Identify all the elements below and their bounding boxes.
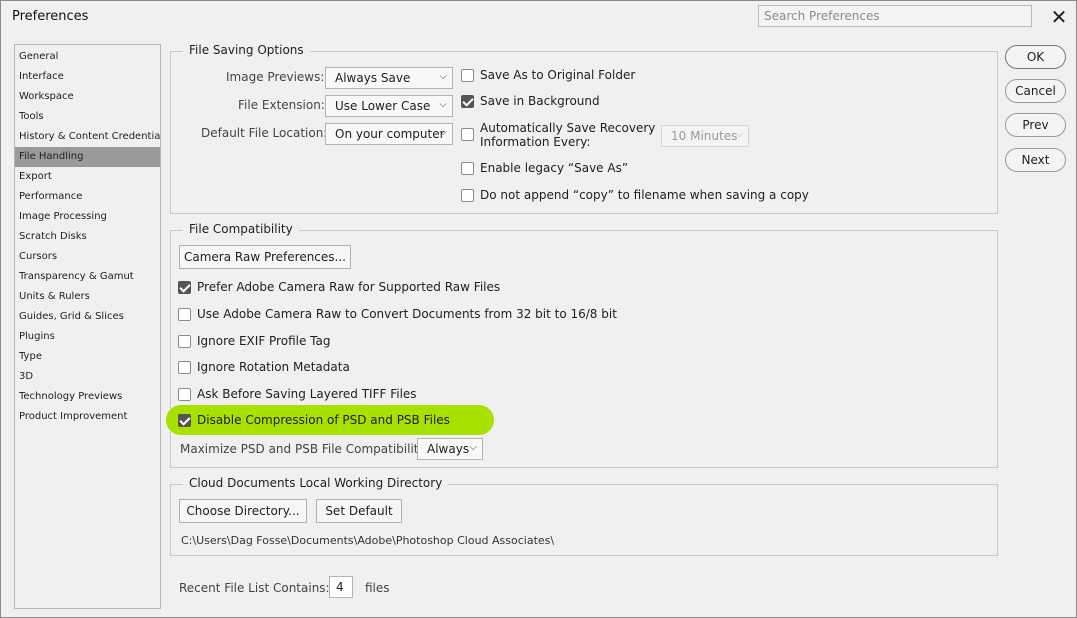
- ask-tiff-label: Ask Before Saving Layered TIFF Files: [197, 387, 417, 401]
- auto-save-label-line1: Automatically Save Recovery: [480, 121, 656, 135]
- disable-compression-label: Disable Compression of PSD and PSB Files: [197, 413, 450, 427]
- search-preferences-input[interactable]: [758, 5, 1032, 27]
- ignore-rotation-label: Ignore Rotation Metadata: [197, 360, 350, 374]
- maximize-compatibility-select[interactable]: Always ⌵: [417, 438, 483, 460]
- prefer-acr-label: Prefer Adobe Camera Raw for Supported Ra…: [197, 280, 501, 294]
- image-previews-select[interactable]: Always Save ⌵: [325, 67, 453, 89]
- sidebar-item-scratch-disks[interactable]: Scratch Disks: [15, 227, 160, 247]
- ok-button[interactable]: OK: [1005, 45, 1066, 69]
- sidebar-item-guides[interactable]: Guides, Grid & Slices: [15, 307, 160, 327]
- file-extension-select[interactable]: Use Lower Case ⌵: [325, 95, 453, 117]
- cloud-directory-path: C:\Users\Dag Fosse\Documents\Adobe\Photo…: [181, 534, 555, 547]
- save-background-checkbox[interactable]: [461, 95, 474, 108]
- sidebar-item-transparency[interactable]: Transparency & Gamut: [15, 267, 160, 287]
- sidebar-item-image-processing[interactable]: Image Processing: [15, 207, 160, 227]
- sidebar-item-plugins[interactable]: Plugins: [15, 327, 160, 347]
- sidebar-item-interface[interactable]: Interface: [15, 67, 160, 87]
- recent-files-label: Recent File List Contains:: [179, 581, 330, 595]
- ask-tiff-checkbox[interactable]: [178, 388, 191, 401]
- maximize-compatibility-label: Maximize PSD and PSB File Compatibility:: [180, 442, 429, 456]
- sidebar-item-performance[interactable]: Performance: [15, 187, 160, 207]
- preferences-sidebar: General Interface Workspace Tools Histor…: [14, 44, 161, 609]
- sidebar-item-export[interactable]: Export: [15, 167, 160, 187]
- auto-save-label-line2: Information Every:: [480, 135, 591, 149]
- choose-directory-button[interactable]: Choose Directory...: [179, 499, 307, 523]
- sidebar-item-3d[interactable]: 3D: [15, 367, 160, 387]
- prev-button[interactable]: Prev: [1005, 113, 1066, 137]
- sidebar-item-file-handling[interactable]: File Handling: [15, 147, 160, 167]
- chevron-down-icon: ⌵: [469, 442, 477, 453]
- next-button[interactable]: Next: [1005, 148, 1066, 172]
- ignore-rotation-checkbox[interactable]: [178, 361, 191, 374]
- sidebar-item-history[interactable]: History & Content Credentials: [15, 127, 160, 147]
- close-icon[interactable]: ✕: [1048, 6, 1070, 28]
- dialog-title: Preferences: [12, 9, 89, 24]
- maximize-compatibility-value: Always: [427, 442, 470, 456]
- title-bar: Preferences ✕: [1, 1, 1076, 33]
- prefer-acr-checkbox[interactable]: [178, 281, 191, 294]
- file-saving-options-title: File Saving Options: [183, 43, 310, 57]
- legacy-save-as-checkbox[interactable]: [461, 162, 474, 175]
- file-compatibility-title: File Compatibility: [183, 222, 299, 236]
- chevron-down-icon: ⌵: [439, 99, 447, 110]
- auto-save-interval-select[interactable]: 10 Minutes ⌵: [661, 125, 749, 147]
- default-location-value: On your computer: [335, 127, 445, 141]
- sidebar-item-general[interactable]: General: [15, 47, 160, 67]
- use-acr-convert-label: Use Adobe Camera Raw to Convert Document…: [197, 307, 617, 321]
- chevron-down-icon: ⌵: [439, 127, 447, 138]
- file-extension-value: Use Lower Case: [335, 99, 431, 113]
- auto-save-interval-value: 10 Minutes: [671, 129, 738, 143]
- sidebar-item-product-improvement[interactable]: Product Improvement: [15, 407, 160, 427]
- save-background-label: Save in Background: [480, 94, 600, 108]
- preferences-dialog: Preferences ✕ General Interface Workspac…: [0, 0, 1077, 618]
- use-acr-convert-checkbox[interactable]: [178, 308, 191, 321]
- cloud-documents-title: Cloud Documents Local Working Directory: [183, 476, 449, 490]
- chevron-down-icon: ⌵: [735, 129, 743, 140]
- default-location-label: Default File Location:: [201, 126, 328, 140]
- sidebar-item-tools[interactable]: Tools: [15, 107, 160, 127]
- file-extension-label: File Extension:: [238, 98, 325, 112]
- recent-files-suffix: files: [365, 581, 390, 595]
- legacy-save-as-label: Enable legacy “Save As”: [480, 161, 629, 175]
- default-location-select[interactable]: On your computer ⌵: [325, 123, 453, 145]
- no-copy-append-checkbox[interactable]: [461, 189, 474, 202]
- auto-save-checkbox[interactable]: [461, 128, 474, 141]
- save-original-folder-label: Save As to Original Folder: [480, 68, 636, 82]
- save-original-folder-checkbox[interactable]: [461, 69, 474, 82]
- image-previews-value: Always Save: [335, 71, 411, 85]
- sidebar-item-type[interactable]: Type: [15, 347, 160, 367]
- disable-compression-checkbox[interactable]: [178, 414, 191, 427]
- image-previews-label: Image Previews:: [226, 70, 325, 84]
- set-default-button[interactable]: Set Default: [316, 499, 402, 523]
- ignore-exif-label: Ignore EXIF Profile Tag: [197, 334, 331, 348]
- sidebar-item-cursors[interactable]: Cursors: [15, 247, 160, 267]
- cancel-button[interactable]: Cancel: [1005, 79, 1066, 103]
- no-copy-append-label: Do not append “copy” to filename when sa…: [480, 188, 809, 202]
- sidebar-item-workspace[interactable]: Workspace: [15, 87, 160, 107]
- sidebar-item-units[interactable]: Units & Rulers: [15, 287, 160, 307]
- sidebar-item-technology-previews[interactable]: Technology Previews: [15, 387, 160, 407]
- recent-files-input[interactable]: 4: [329, 576, 353, 598]
- ignore-exif-checkbox[interactable]: [178, 335, 191, 348]
- camera-raw-preferences-button[interactable]: Camera Raw Preferences...: [179, 245, 351, 269]
- chevron-down-icon: ⌵: [439, 71, 447, 82]
